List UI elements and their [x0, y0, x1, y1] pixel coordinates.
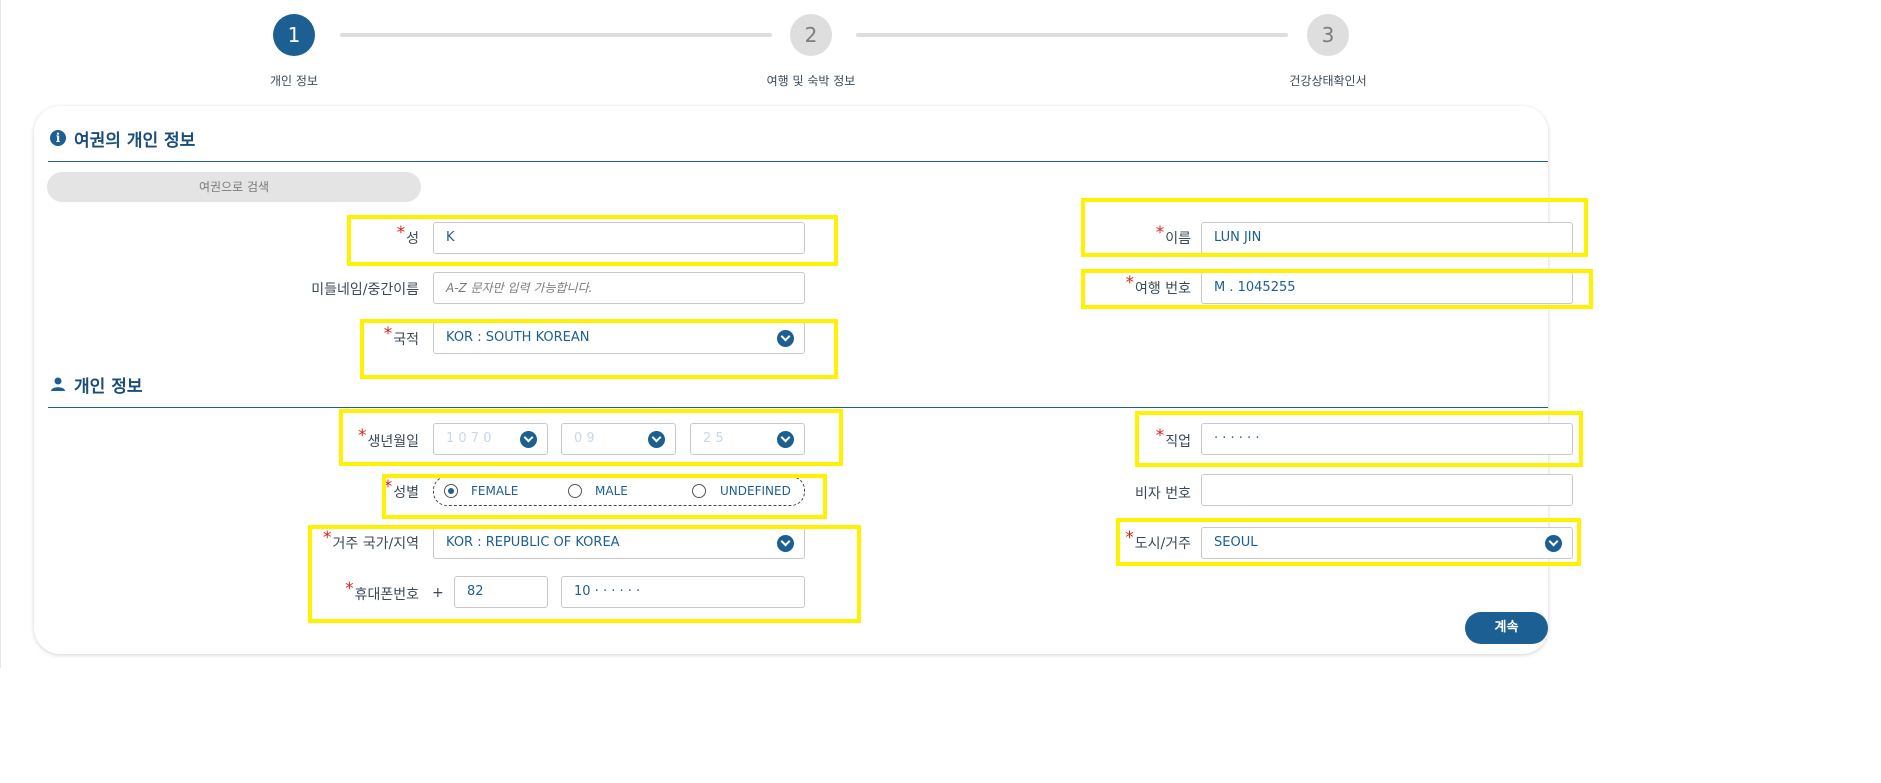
gender-highlight [382, 474, 827, 519]
step-connector-2 [856, 33, 1288, 37]
step-2-circle[interactable]: 2 [790, 14, 832, 56]
given-name-highlight [1081, 198, 1588, 257]
step-1-label: 개인 정보 [270, 74, 318, 88]
step-2-label: 여행 및 숙박 정보 [766, 74, 856, 88]
info-icon: i [50, 130, 66, 146]
personal-section-rule [48, 407, 1548, 408]
continue-button[interactable]: 계속 [1465, 612, 1548, 644]
passport-section-rule [48, 161, 1548, 162]
city-highlight [1116, 518, 1581, 566]
surname-highlight [347, 215, 838, 266]
nationality-highlight [360, 319, 838, 379]
middle-name-input[interactable]: A-Z 문자만 입력 가능합니다. [433, 272, 805, 304]
user-icon [51, 377, 65, 391]
passport-section-title: 여권의 개인 정보 [74, 131, 196, 151]
travel-number-highlight [1081, 269, 1593, 309]
middle-name-label: 미들네임/중간이름 [311, 282, 419, 298]
birth-date-highlight [339, 409, 843, 466]
step-1-circle[interactable]: 1 [273, 14, 315, 56]
step-3-circle[interactable]: 3 [1307, 14, 1349, 56]
search-by-passport-button[interactable]: 여권으로 검색 [47, 172, 421, 202]
personal-section-title: 개인 정보 [74, 377, 143, 397]
left-divider [0, 0, 1, 668]
visa-number-label: 비자 번호 [1135, 486, 1191, 502]
visa-number-input[interactable] [1201, 474, 1573, 506]
step-connector-1 [340, 33, 772, 37]
residence-phone-highlight [308, 525, 861, 623]
occupation-highlight [1135, 411, 1583, 467]
step-3-label: 건강상태확인서 [1289, 74, 1367, 88]
